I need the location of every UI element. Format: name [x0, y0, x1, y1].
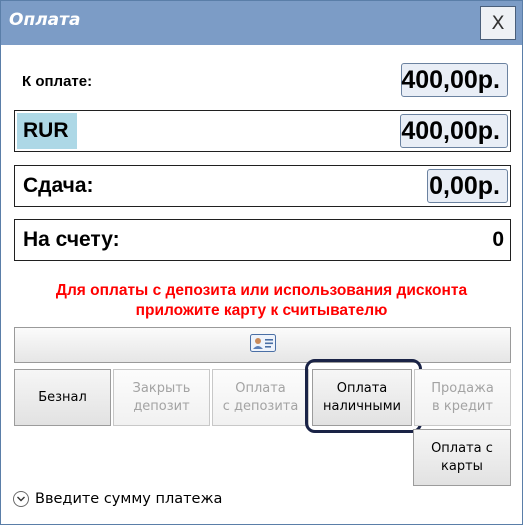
- currency-label: RUR: [17, 113, 77, 149]
- sell-credit-button[interactable]: Продажа в кредит: [414, 369, 511, 426]
- pay-card-button[interactable]: Оплата с карты: [413, 429, 511, 486]
- chevron-down-circle-icon: [13, 491, 29, 507]
- account-value: 0: [492, 228, 504, 251]
- to-pay-row: К оплате: 400,00р.: [14, 60, 511, 102]
- id-card-icon: [249, 334, 276, 356]
- pay-deposit-button-label: Оплата с депозита: [222, 380, 299, 414]
- account-label: На счету:: [23, 228, 120, 251]
- amount-hint-text: Введите сумму платежа: [35, 491, 223, 507]
- payment-dialog: Оплата X К оплате: 400,00р. RUR 400,00р.…: [0, 0, 523, 525]
- change-value: 0,00р.: [427, 169, 508, 203]
- window-title: Оплата: [9, 10, 81, 30]
- currency-amount-field[interactable]: 400,00р.: [400, 114, 508, 148]
- focus-highlight: [305, 359, 422, 433]
- change-row: Сдача: 0,00р.: [14, 165, 511, 207]
- sell-credit-button-label: Продажа в кредит: [431, 380, 494, 414]
- close-button[interactable]: X: [480, 6, 516, 40]
- pay-card-button-label: Оплата с карты: [431, 440, 493, 474]
- currency-row[interactable]: RUR 400,00р.: [14, 110, 511, 152]
- close-deposit-button[interactable]: Закрыть депозит: [113, 369, 210, 426]
- pay-deposit-button[interactable]: Оплата с депозита: [212, 369, 309, 426]
- close-deposit-button-label: Закрыть депозит: [132, 380, 191, 414]
- cashless-button[interactable]: Безнал: [14, 369, 111, 426]
- card-reader-button[interactable]: [14, 327, 511, 363]
- cashless-button-label: Безнал: [38, 389, 87, 405]
- amount-hint[interactable]: Введите сумму платежа: [13, 491, 222, 507]
- change-label: Сдача:: [23, 174, 94, 197]
- card-notice-line-2: приложите карту к считывателю: [135, 302, 388, 319]
- card-notice: Для оплаты с депозита или использования …: [1, 281, 522, 321]
- title-bar: Оплата X: [1, 1, 522, 45]
- card-notice-line-1: Для оплаты с депозита или использования …: [55, 282, 468, 299]
- to-pay-value: 400,00р.: [401, 63, 508, 97]
- account-row: На счету: 0: [14, 219, 511, 261]
- to-pay-label: К оплате:: [22, 72, 93, 90]
